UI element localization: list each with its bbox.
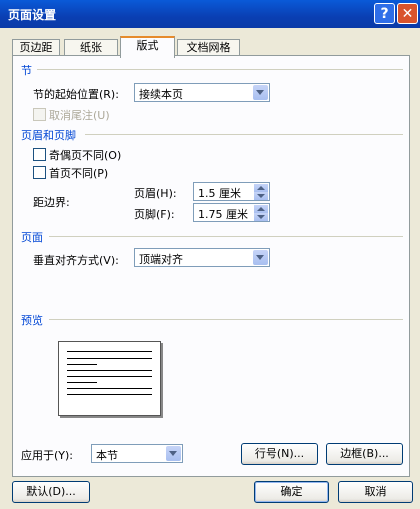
apply-to-value: 本节 bbox=[96, 449, 118, 462]
preview-text-line bbox=[67, 382, 97, 383]
preview-text-line bbox=[67, 364, 97, 365]
header-distance-spinner[interactable]: 1.5 厘米 bbox=[193, 182, 270, 201]
spin-down-icon[interactable] bbox=[254, 192, 268, 200]
suppress-endnotes-label: 取消尾注(U) bbox=[49, 109, 110, 122]
vertical-align-value: 顶端对齐 bbox=[139, 253, 183, 266]
tab-paper[interactable]: 纸张 bbox=[64, 39, 118, 56]
section-start-value: 接续本页 bbox=[139, 88, 183, 101]
apply-to-select[interactable]: 本节 bbox=[91, 444, 183, 463]
from-edge-label: 距边界: bbox=[33, 196, 70, 209]
title-bar: 页面设置 ? ✕ bbox=[0, 0, 420, 28]
page-preview bbox=[58, 341, 161, 416]
first-page-label: 首页不同(P) bbox=[49, 167, 109, 180]
page-heading: 页面 bbox=[21, 231, 43, 244]
close-button[interactable]: ✕ bbox=[397, 3, 418, 24]
layout-panel: 节 节的起始位置(R): 接续本页 取消尾注(U) 页眉和页脚 奇偶页不同(O)… bbox=[12, 55, 410, 477]
preview-text-line bbox=[67, 394, 152, 395]
first-page-checkbox[interactable] bbox=[33, 166, 46, 179]
headers-footers-divider bbox=[85, 134, 403, 135]
odd-even-checkbox[interactable] bbox=[33, 148, 46, 161]
spin-up-icon[interactable] bbox=[254, 205, 268, 213]
apply-to-label: 应用于(Y): bbox=[21, 449, 74, 462]
help-button[interactable]: ? bbox=[374, 3, 395, 24]
cancel-button[interactable]: 取消 bbox=[338, 481, 413, 503]
tab-document-grid[interactable]: 文档网格 bbox=[177, 39, 240, 56]
footer-distance-value: 1.75 厘米 bbox=[198, 208, 248, 221]
dropdown-arrow-icon bbox=[253, 85, 268, 100]
preview-text-line bbox=[67, 388, 152, 389]
dropdown-arrow-icon bbox=[166, 446, 181, 461]
spin-up-icon[interactable] bbox=[254, 184, 268, 192]
tab-margins[interactable]: 页边距 bbox=[12, 39, 60, 56]
preview-text-line bbox=[67, 376, 152, 377]
preview-heading: 预览 bbox=[21, 314, 43, 327]
header-distance-value: 1.5 厘米 bbox=[198, 187, 241, 200]
line-numbers-button[interactable]: 行号(N)... bbox=[241, 443, 318, 465]
footer-distance-spinner[interactable]: 1.75 厘米 bbox=[193, 203, 270, 222]
spin-down-icon[interactable] bbox=[254, 213, 268, 221]
window-title: 页面设置 bbox=[8, 8, 57, 22]
dropdown-arrow-icon bbox=[253, 250, 268, 265]
headers-footers-heading: 页眉和页脚 bbox=[21, 129, 76, 142]
preview-text-line bbox=[67, 370, 152, 371]
footer-distance-label: 页脚(F): bbox=[134, 208, 175, 221]
suppress-endnotes-checkbox[interactable] bbox=[33, 108, 46, 121]
section-heading: 节 bbox=[21, 64, 32, 77]
preview-header-line bbox=[67, 351, 152, 352]
preview-divider bbox=[49, 319, 403, 320]
preview-text-line bbox=[67, 358, 152, 359]
borders-button[interactable]: 边框(B)... bbox=[326, 443, 403, 465]
header-distance-label: 页眉(H): bbox=[134, 187, 177, 200]
section-start-label: 节的起始位置(R): bbox=[33, 88, 119, 101]
tab-layout[interactable]: 版式 bbox=[120, 36, 175, 58]
vertical-align-select[interactable]: 顶端对齐 bbox=[134, 248, 270, 267]
vertical-align-label: 垂直对齐方式(V): bbox=[33, 254, 119, 267]
page-divider bbox=[49, 236, 403, 237]
ok-button[interactable]: 确定 bbox=[254, 481, 329, 503]
section-divider bbox=[37, 69, 403, 70]
section-start-select[interactable]: 接续本页 bbox=[134, 83, 270, 102]
odd-even-label: 奇偶页不同(O) bbox=[49, 149, 122, 162]
default-button[interactable]: 默认(D)... bbox=[12, 481, 90, 503]
